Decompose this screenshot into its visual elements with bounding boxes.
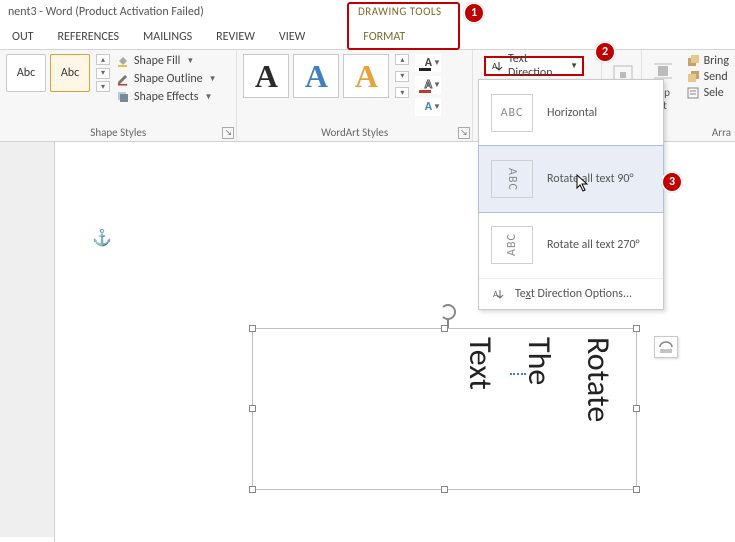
- text-direction-icon: A: [490, 59, 504, 73]
- window-title: nent3 - Word (Product Activation Failed): [8, 5, 204, 19]
- textbox-line-1: Rotate: [579, 337, 618, 422]
- shape-fill-button[interactable]: Shape Fill ▼: [116, 54, 217, 68]
- dd-thumb-rotate-90: ABC: [491, 160, 533, 198]
- bring-forward-icon: [686, 54, 700, 68]
- dd-item-rotate-270[interactable]: ABC Rotate all text 270°: [479, 212, 663, 278]
- spelling-squiggle: [510, 369, 526, 403]
- tab-layout[interactable]: OUT: [0, 26, 46, 49]
- resize-handle[interactable]: [633, 325, 640, 332]
- ribbon-tabs: OUT REFERENCES MAILINGS REVIEW VIEW FORM…: [0, 24, 735, 50]
- resize-handle[interactable]: [441, 325, 448, 332]
- resize-handle[interactable]: [249, 486, 256, 493]
- resize-handle[interactable]: [249, 405, 256, 412]
- callout-badge-1: 1: [463, 2, 485, 24]
- svg-text:A: A: [492, 61, 498, 72]
- text-direction-options-icon: A: [491, 287, 505, 301]
- tab-review[interactable]: REVIEW: [204, 26, 267, 49]
- tab-mailings[interactable]: MAILINGS: [131, 26, 204, 49]
- gallery-more[interactable]: ▾: [395, 87, 409, 98]
- selection-pane-label: Sele: [704, 86, 724, 100]
- dialog-launcher-wordart[interactable]: [458, 127, 470, 139]
- tab-format[interactable]: FORMAT: [351, 26, 417, 49]
- tab-view[interactable]: VIEW: [267, 26, 317, 49]
- shape-effects-button[interactable]: Shape Effects ▼: [116, 90, 217, 104]
- text-direction-dropdown: ABC Horizontal ABC Rotate all text 90° A…: [478, 79, 664, 310]
- dialog-launcher-shape-styles[interactable]: [222, 127, 234, 139]
- dd-item-rotate-90[interactable]: ABC Rotate all text 90°: [478, 145, 664, 213]
- send-backward-icon: [686, 70, 700, 84]
- group-label-wordart: WordArt Styles: [237, 126, 471, 139]
- rotate-handle[interactable]: [440, 304, 456, 320]
- send-backward-button[interactable]: Send: [686, 70, 729, 84]
- drawing-tools-label: DRAWING TOOLS: [358, 5, 442, 18]
- dd-thumb-horizontal: ABC: [491, 94, 533, 132]
- pencil-icon: [116, 72, 130, 86]
- text-effects-button[interactable]: A▼: [415, 98, 441, 116]
- dd-label-horizontal: Horizontal: [547, 106, 597, 120]
- effects-icon: [116, 90, 130, 104]
- group-label-shape-styles: Shape Styles: [0, 126, 236, 139]
- bring-forward-label: Bring: [704, 54, 729, 68]
- gallery-down[interactable]: ▾: [96, 68, 110, 79]
- group-shape-styles: Abc Abc ▴ ▾ ▾ Shape Fill ▼: [0, 50, 237, 141]
- dd-item-horizontal[interactable]: ABC Horizontal: [479, 80, 663, 146]
- callout-badge-3: 3: [661, 171, 683, 193]
- title-bar: nent3 - Word (Product Activation Failed)…: [0, 0, 735, 24]
- gallery-up[interactable]: ▴: [395, 54, 409, 65]
- wordart-swatch-2[interactable]: A: [293, 54, 339, 98]
- group-arrange: Bring Send Sele Arra: [684, 50, 735, 141]
- wordart-swatch-3[interactable]: A: [343, 54, 389, 98]
- selection-pane-button[interactable]: Sele: [686, 86, 729, 100]
- anchor-icon: ⚓: [92, 228, 112, 248]
- gallery-down[interactable]: ▾: [395, 71, 409, 82]
- shape-fill-label: Shape Fill: [134, 54, 180, 68]
- chevron-down-icon: ▼: [570, 61, 578, 71]
- shape-outline-button[interactable]: Shape Outline ▼: [116, 72, 217, 86]
- chevron-down-icon: ▼: [209, 74, 217, 84]
- callout-badge-2: 2: [594, 41, 616, 63]
- resize-handle[interactable]: [441, 486, 448, 493]
- svg-text:A: A: [493, 289, 499, 300]
- gallery-up[interactable]: ▴: [96, 54, 110, 65]
- send-backward-label: Send: [704, 70, 728, 84]
- resize-handle[interactable]: [633, 486, 640, 493]
- group-wordart-styles: A A A ▴ ▾ ▾ A▼ A▼ A▼ WordArt Styles: [237, 50, 472, 141]
- shape-style-gallery[interactable]: Abc Abc ▴ ▾ ▾: [6, 54, 110, 104]
- text-direction-button[interactable]: A Text Direction ▼: [484, 56, 584, 76]
- dd-label-rotate-90: Rotate all text 90°: [547, 172, 634, 186]
- tab-references[interactable]: REFERENCES: [46, 26, 132, 49]
- shape-style-swatch-1[interactable]: Abc: [6, 54, 46, 92]
- dd-label-options: Text Direction Options...: [515, 287, 632, 301]
- textbox-line-3: Text: [461, 337, 500, 422]
- gallery-more[interactable]: ▾: [96, 81, 110, 92]
- dd-label-rotate-270: Rotate all text 270°: [547, 238, 640, 252]
- shape-style-swatch-2[interactable]: Abc: [50, 54, 90, 92]
- bring-forward-button[interactable]: Bring: [686, 54, 729, 68]
- chevron-down-icon: ▼: [186, 56, 194, 66]
- dd-item-options[interactable]: A Text Direction Options...: [479, 278, 663, 309]
- text-fill-button[interactable]: A▼: [415, 54, 441, 72]
- shape-effects-label: Shape Effects: [134, 90, 199, 104]
- text-box[interactable]: Text The Rotate: [252, 328, 637, 490]
- selection-pane-icon: [686, 86, 700, 100]
- dd-thumb-rotate-270: ABC: [491, 226, 533, 264]
- bucket-icon: [116, 54, 130, 68]
- shape-outline-label: Shape Outline: [134, 72, 203, 86]
- resize-handle[interactable]: [249, 325, 256, 332]
- text-outline-button[interactable]: A▼: [415, 76, 441, 94]
- layout-options-button[interactable]: [654, 336, 678, 358]
- wordart-swatch-1[interactable]: A: [243, 54, 289, 98]
- wordart-gallery[interactable]: A A A ▴ ▾ ▾: [243, 54, 409, 116]
- group-label-arrange: Arra: [684, 126, 731, 139]
- resize-handle[interactable]: [633, 405, 640, 412]
- chevron-down-icon: ▼: [205, 92, 213, 102]
- text-direction-label: Text Direction: [508, 52, 566, 80]
